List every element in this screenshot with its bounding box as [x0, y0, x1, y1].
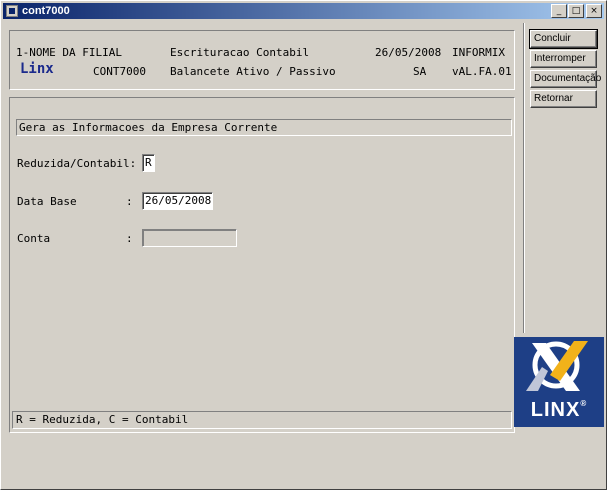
title-bar[interactable]: cont7000 _ □ × — [3, 3, 604, 19]
interromper-button[interactable]: Interromper — [530, 50, 597, 68]
data-base-label: Data Base — [17, 195, 77, 208]
linx-brand-text: LINX® — [514, 399, 604, 422]
minimize-button[interactable]: _ — [551, 4, 567, 18]
program-version: vAL.FA.01 — [452, 65, 512, 78]
data-base-colon: : — [126, 195, 133, 208]
status-hint: R = Reduzida, C = Contabil — [12, 411, 512, 429]
form-panel: Gera as Informacoes da Empresa Corrente … — [9, 97, 515, 433]
close-button[interactable]: × — [586, 4, 602, 18]
documentacao-button[interactable]: Documentação — [530, 70, 601, 88]
conta-input[interactable] — [142, 229, 237, 247]
section-title: Gera as Informacoes da Empresa Corrente — [16, 119, 512, 136]
reduzida-contabil-input[interactable]: R — [142, 154, 155, 172]
current-date: 26/05/2008 — [375, 46, 442, 59]
brand-name: LINX — [530, 399, 581, 421]
user-code: SA — [413, 65, 427, 78]
retornar-button[interactable]: Retornar — [530, 90, 597, 108]
branch-name: 1-NOME DA FILIAL — [16, 46, 122, 59]
registered-mark: ® — [580, 399, 588, 408]
report-name: Balancete Ativo / Passivo — [170, 65, 336, 78]
linx-x-emblem-icon — [526, 341, 588, 391]
data-base-input[interactable]: 26/05/2008 — [142, 192, 213, 210]
program-header: 1-NOME DA FILIAL Escrituracao Contabil 2… — [9, 30, 515, 90]
reduzida-contabil-label: Reduzida/Contabil: — [17, 157, 137, 170]
concluir-button[interactable]: Concluir — [529, 29, 598, 49]
conta-colon: : — [126, 232, 133, 245]
vertical-divider — [523, 23, 525, 333]
linx-brand-logo: LINX® — [514, 337, 604, 427]
conta-label: Conta — [17, 232, 51, 245]
window-title: cont7000 — [22, 5, 70, 17]
module-name: Escrituracao Contabil — [170, 46, 310, 59]
database-name: INFORMIX — [452, 46, 505, 59]
application-window: cont7000 _ □ × 1-NOME DA FILIAL Escritur… — [0, 0, 607, 490]
program-code: CONT7000 — [93, 65, 146, 78]
app-icon — [6, 5, 18, 17]
window-controls: _ □ × — [550, 4, 602, 18]
linx-logo: Linx — [20, 61, 54, 77]
maximize-button[interactable]: □ — [568, 4, 584, 18]
